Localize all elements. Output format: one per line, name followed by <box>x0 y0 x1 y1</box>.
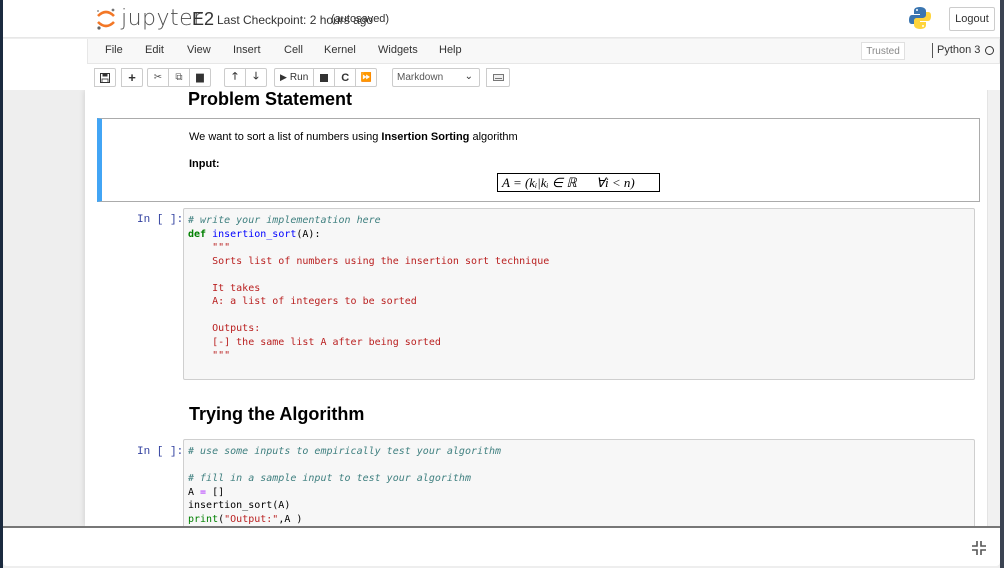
code-line: Sorts list of numbers using the insertio… <box>188 255 550 267</box>
markdown-cell-selected[interactable]: We want to sort a list of numbers using … <box>97 118 980 202</box>
description-text-end: algorithm <box>469 131 518 143</box>
clipboard-group: ✂ ⧉ ▆ <box>147 68 211 87</box>
interrupt-button[interactable] <box>313 68 336 87</box>
menu-file[interactable]: File <box>105 44 123 56</box>
autosave-status: (autosaved) <box>331 13 390 25</box>
code-line: """ <box>188 242 231 253</box>
markdown-description: We want to sort a list of numbers using … <box>189 131 518 143</box>
notebook-header: jupyter E2 Last Checkpoint: 2 hours ago … <box>3 0 1000 38</box>
math-formula: A = (kᵢ|kᵢ ∈ ℝ ∀i < n) <box>497 173 660 192</box>
copy-icon: ⧉ <box>175 72 183 83</box>
description-bold: Insertion Sorting <box>381 131 470 143</box>
notebook-area: Problem Statement We want to sort a list… <box>3 90 1000 526</box>
chevron-down-icon: ⌄ <box>464 71 473 82</box>
menu-insert[interactable]: Insert <box>233 44 261 56</box>
command-palette-button[interactable] <box>486 68 510 87</box>
menu-help[interactable]: Help <box>439 44 462 56</box>
jupyter-logo-icon <box>97 8 115 30</box>
paste-button[interactable]: ▆ <box>189 68 211 87</box>
heading-problem-statement: Problem Statement <box>188 90 353 109</box>
code-line: # fill in a sample input to test your al… <box>188 473 471 484</box>
menubar-gutter <box>3 39 87 64</box>
fast-forward-icon: ⏩ <box>360 72 372 82</box>
notebook-name[interactable]: E2 <box>192 9 214 30</box>
code-line: A: a list of integers to be sorted <box>188 296 417 307</box>
copy-button[interactable]: ⧉ <box>168 68 190 87</box>
code-comment: # write your implementation here <box>188 215 381 226</box>
code-operator: = <box>200 486 207 498</box>
save-group <box>94 68 116 87</box>
cell-type-select[interactable]: Markdown ⌄ <box>392 68 480 87</box>
code-line: It takes <box>188 282 261 294</box>
trusted-indicator[interactable]: Trusted <box>861 42 905 60</box>
run-label: Run <box>289 72 309 83</box>
menu-view[interactable]: View <box>187 44 211 56</box>
shrink-icon[interactable] <box>972 541 986 555</box>
python-logo-icon <box>909 7 931 29</box>
heading-trying-algorithm: Trying the Algorithm <box>189 404 365 424</box>
menu-widgets[interactable]: Widgets <box>378 44 418 56</box>
keyboard-group <box>486 68 510 87</box>
code-line: A = [] <box>188 486 225 498</box>
code-line: [-] the same list A after being sorted <box>188 336 441 348</box>
code-line: def insertion_sort(A): <box>188 228 321 240</box>
run-button[interactable]: ▶ Run <box>274 68 315 87</box>
stop-icon <box>320 73 329 82</box>
move-up-button[interactable]: 🡑 <box>224 68 246 87</box>
move-up-icon: 🡑 <box>232 71 238 82</box>
code-line: insertion_sort(A) <box>188 500 291 511</box>
bottom-panel <box>3 526 1000 566</box>
add-cell-icon: + <box>128 70 136 85</box>
code-function-name: insertion_sort <box>212 228 297 240</box>
code-builtin: print <box>188 513 219 525</box>
save-icon <box>100 72 110 83</box>
move-down-icon: 🡓 <box>253 71 259 82</box>
cut-icon: ✂ <box>153 72 163 83</box>
code-line: # use some inputs to empirically test yo… <box>188 446 502 457</box>
menu-kernel[interactable]: Kernel <box>324 44 356 56</box>
code-keyword: def <box>188 228 207 240</box>
kernel-idle-icon <box>985 46 994 55</box>
description-text: We want to sort a list of numbers using <box>189 131 382 143</box>
menu-cell[interactable]: Cell <box>284 44 303 56</box>
cut-button[interactable]: ✂ <box>147 68 169 87</box>
logo-text: jupyter <box>121 6 203 31</box>
code-cell-implementation[interactable]: # write your implementation here def inse… <box>183 208 975 380</box>
code-string: "Output:" <box>224 513 279 525</box>
toolbar: + ✂ ⧉ ▆ 🡑 🡓 ▶ Run C ⏩ Markdown ⌄ <box>3 64 1000 90</box>
move-down-button[interactable]: 🡓 <box>245 68 267 87</box>
insert-cell-button[interactable]: + <box>121 68 143 87</box>
vertical-scrollbar[interactable] <box>987 90 1000 526</box>
menubar: File Edit View Insert Cell Kernel Widget… <box>87 39 1000 64</box>
logout-button[interactable]: Logout <box>949 7 995 31</box>
code-cell-test[interactable]: # use some inputs to empirically test yo… <box>183 439 975 526</box>
code-line: """ <box>188 350 231 361</box>
run-group: ▶ Run C ⏩ <box>274 68 378 87</box>
kernel-name[interactable]: Python 3 <box>937 44 980 56</box>
code-line: print("Output:",A ) <box>188 513 303 525</box>
restart-icon: C <box>341 71 350 84</box>
cell-type-value: Markdown <box>397 72 444 83</box>
code-line: Outputs: <box>188 323 261 334</box>
input-label: Input: <box>189 158 220 170</box>
move-group: 🡑 🡓 <box>224 68 267 87</box>
code-line: # write your implementation here <box>188 214 970 228</box>
kernel-separator <box>932 43 933 58</box>
menu-edit[interactable]: Edit <box>145 44 164 56</box>
restart-button[interactable]: C <box>334 68 357 87</box>
window-edge-right <box>1000 0 1004 568</box>
cell-prompt: In [ ]: <box>137 214 184 226</box>
cell-prompt: In [ ]: <box>137 446 184 458</box>
notebook-container: Problem Statement We want to sort a list… <box>85 90 990 526</box>
keyboard-icon <box>492 74 504 81</box>
insert-group: + <box>121 68 143 87</box>
save-button[interactable] <box>94 68 116 87</box>
jupyter-logo[interactable]: jupyter <box>95 6 203 31</box>
restart-run-all-button[interactable]: ⏩ <box>355 68 378 87</box>
paste-icon: ▆ <box>196 72 204 83</box>
run-icon: ▶ <box>280 72 287 82</box>
